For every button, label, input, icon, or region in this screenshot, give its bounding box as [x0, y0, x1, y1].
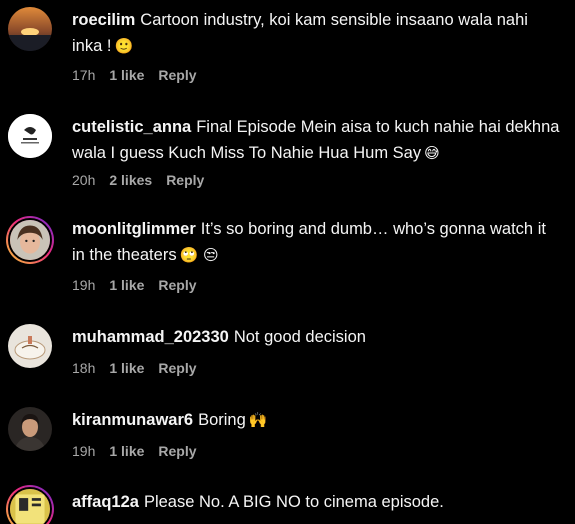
- comment-likes[interactable]: 1 like: [109, 443, 144, 459]
- portrait-avatar-image: [8, 407, 52, 451]
- poster-avatar-image: [10, 489, 50, 524]
- raised-hands-emoji-icon: 🙌: [248, 411, 268, 429]
- comment-body: moonlitglimmer It’s so boring and dumb… w…: [72, 216, 562, 268]
- comments-list: roecilim Cartoon industry, koi kam sensib…: [0, 0, 575, 524]
- smile-emoji-icon: 🙂: [114, 37, 134, 55]
- avatar[interactable]: [8, 407, 52, 451]
- comment-meta: 19h 1 like Reply: [72, 443, 197, 459]
- comment-text: Please No. A BIG NO to cinema episode.: [143, 493, 444, 511]
- comment-likes[interactable]: 1 like: [109, 67, 144, 83]
- comment-text: Not good decision: [233, 328, 366, 346]
- comment-likes[interactable]: 1 like: [109, 360, 144, 376]
- comment-body: affaq12a Please No. A BIG NO to cinema ep…: [72, 489, 562, 515]
- comment-time: 20h: [72, 172, 96, 188]
- avatar[interactable]: [6, 216, 54, 264]
- comment-username[interactable]: roecilim: [72, 11, 135, 29]
- comment-username[interactable]: moonlitglimmer: [72, 220, 196, 238]
- comment-username[interactable]: kiranmunawar6: [72, 411, 193, 429]
- reply-button[interactable]: Reply: [158, 277, 196, 293]
- comment-body: muhammad_202330 Not good decision: [72, 324, 562, 350]
- reply-button[interactable]: Reply: [166, 172, 204, 188]
- comment-username[interactable]: cutelistic_anna: [72, 118, 191, 136]
- comment-body: kiranmunawar6 Boring 🙌: [72, 407, 562, 433]
- comment-time: 17h: [72, 67, 96, 83]
- sweat-smile-emoji-icon: 😅: [424, 144, 440, 162]
- comment-username[interactable]: muhammad_202330: [72, 328, 229, 346]
- comment-text: Cartoon industry, koi kam sensible insaa…: [72, 11, 528, 55]
- comment-body: cutelistic_anna Final Episode Mein aisa t…: [72, 114, 562, 166]
- comment-likes[interactable]: 2 likes: [109, 172, 152, 188]
- avatar[interactable]: [6, 485, 54, 524]
- reply-button[interactable]: Reply: [158, 443, 196, 459]
- comment-meta: 17h 1 like Reply: [72, 67, 197, 83]
- eye-roll-emoji-icon: 🙄 😒: [179, 246, 219, 264]
- comment-meta: 18h 1 like Reply: [72, 360, 197, 376]
- avatar[interactable]: [8, 324, 52, 368]
- logo-avatar-image: [8, 114, 52, 158]
- comment-likes[interactable]: 1 like: [109, 277, 144, 293]
- comment-time: 19h: [72, 277, 96, 293]
- avatar[interactable]: [8, 114, 52, 158]
- reply-button[interactable]: Reply: [158, 67, 196, 83]
- avatar[interactable]: [8, 7, 52, 51]
- comment-meta: 19h 1 like Reply: [72, 277, 197, 293]
- reply-button[interactable]: Reply: [158, 360, 196, 376]
- comment-time: 19h: [72, 443, 96, 459]
- sunset-avatar-image: [8, 7, 52, 51]
- cake-avatar-image: [8, 324, 52, 368]
- comment-text: Boring: [198, 411, 246, 429]
- comment-time: 18h: [72, 360, 96, 376]
- comment-body: roecilim Cartoon industry, koi kam sensib…: [72, 7, 562, 59]
- comment-meta: 20h 2 likes Reply: [72, 172, 204, 188]
- comment-username[interactable]: affaq12a: [72, 493, 139, 511]
- portrait-avatar-image: [10, 220, 50, 260]
